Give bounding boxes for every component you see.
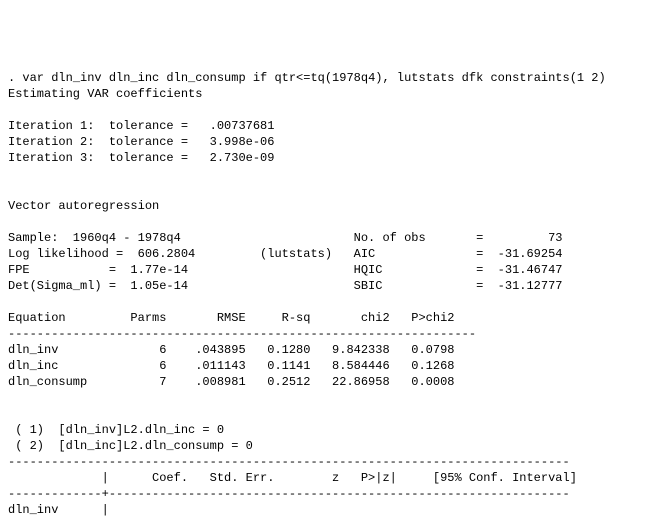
coef-table-mid-rule: -------------+--------------------------… — [8, 486, 668, 502]
coef-var-name: dln_inv | — [8, 518, 668, 520]
command-text: var dln_inv dln_inc dln_consump if qtr<=… — [22, 70, 605, 86]
eq-table-row-2: dln_consump 7 .008981 0.2512 22.86958 0.… — [8, 374, 668, 390]
stata-output: . var dln_inv dln_inc dln_consump if qtr… — [8, 70, 668, 520]
eq-table-row-0: dln_inv 6 .043895 0.1280 9.842338 0.0798 — [8, 342, 668, 358]
header-fpe: FPE = 1.77e-14 HQIC = -31.46747 — [8, 262, 668, 278]
header-det: Det(Sigma_ml) = 1.05e-14 SBIC = -31.1277… — [8, 278, 668, 294]
eq-table-rule: ----------------------------------------… — [8, 326, 668, 342]
iteration-line-1: Iteration 1: tolerance = .00737681 — [8, 118, 668, 134]
command-prompt: . — [8, 70, 22, 86]
constraint-1: ( 1) [dln_inv]L2.dln_inc = 0 — [8, 422, 668, 438]
constraint-2: ( 2) [dln_inc]L2.dln_consump = 0 — [8, 438, 668, 454]
iteration-line-2: Iteration 2: tolerance = 3.998e-06 — [8, 134, 668, 150]
coef-table-top-rule: ----------------------------------------… — [8, 454, 668, 470]
coef-table-header: | Coef. Std. Err. z P>|z| [95% Conf. Int… — [8, 470, 668, 486]
header-sample: Sample: 1960q4 - 1978q4 No. of obs = 73 — [8, 230, 668, 246]
coef-block-name: dln_inv | — [8, 502, 668, 518]
eq-table-header: Equation Parms RMSE R-sq chi2 P>chi2 — [8, 310, 668, 326]
var-title: Vector autoregression — [8, 198, 668, 214]
iteration-line-3: Iteration 3: tolerance = 2.730e-09 — [8, 150, 668, 166]
status-estimating: Estimating VAR coefficients — [8, 86, 668, 102]
eq-table-row-1: dln_inc 6 .011143 0.1141 8.584446 0.1268 — [8, 358, 668, 374]
header-loglik: Log likelihood = 606.2804 (lutstats) AIC… — [8, 246, 668, 262]
